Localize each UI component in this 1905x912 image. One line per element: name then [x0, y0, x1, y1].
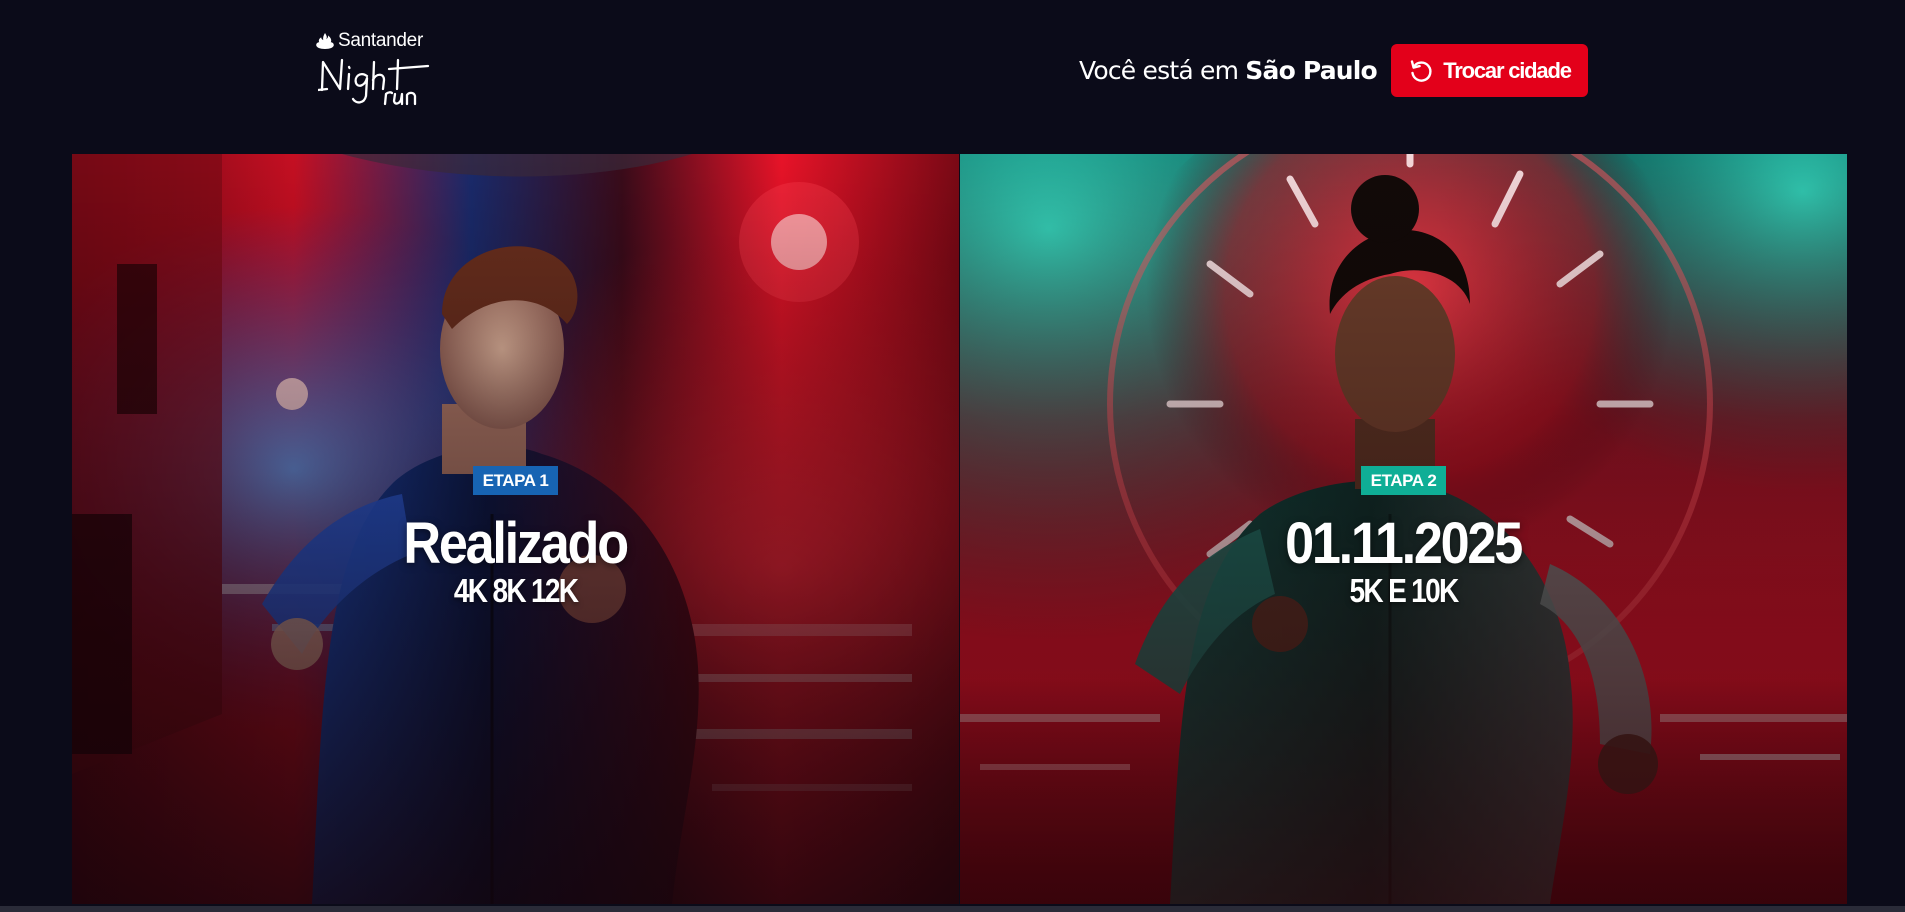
night-run-wordmark [318, 58, 430, 106]
change-city-button[interactable]: Trocar cidade [1391, 44, 1588, 97]
stage-1-info: ETAPA 1 Realizado 4K 8K 12K [72, 466, 959, 609]
stage-distances: 5K E 10K [1349, 572, 1459, 609]
stage-distances: 4K 8K 12K [453, 572, 579, 609]
site-header: Santander Você está em São Paulo Trocar … [0, 0, 1905, 150]
stage-card-1[interactable]: ETAPA 1 Realizado 4K 8K 12K [72, 154, 959, 904]
logo-brand-row: Santander [316, 30, 423, 52]
stage-date: 01.11.2025 [1285, 511, 1524, 576]
change-city-label: Trocar cidade [1443, 57, 1572, 83]
stage-badge: ETAPA 1 [472, 466, 559, 495]
stage-2-info: ETAPA 2 01.11.2025 5K E 10K [960, 466, 1847, 609]
page-bottom-divider [0, 906, 1905, 912]
santander-flame-icon [316, 33, 334, 49]
current-city-indicator: Você está em São Paulo [1079, 54, 1378, 88]
stage-badge: ETAPA 2 [1360, 466, 1447, 495]
logo-brand-text: Santander [338, 30, 423, 51]
city-prefix: Você está em [1079, 56, 1239, 85]
stage-card-2[interactable]: ETAPA 2 01.11.2025 5K E 10K [960, 154, 1847, 904]
stage-date: Realizado [403, 511, 630, 576]
santander-night-run-logo[interactable]: Santander [316, 28, 434, 110]
refresh-icon [1411, 59, 1432, 82]
city-name: São Paulo [1245, 56, 1377, 85]
